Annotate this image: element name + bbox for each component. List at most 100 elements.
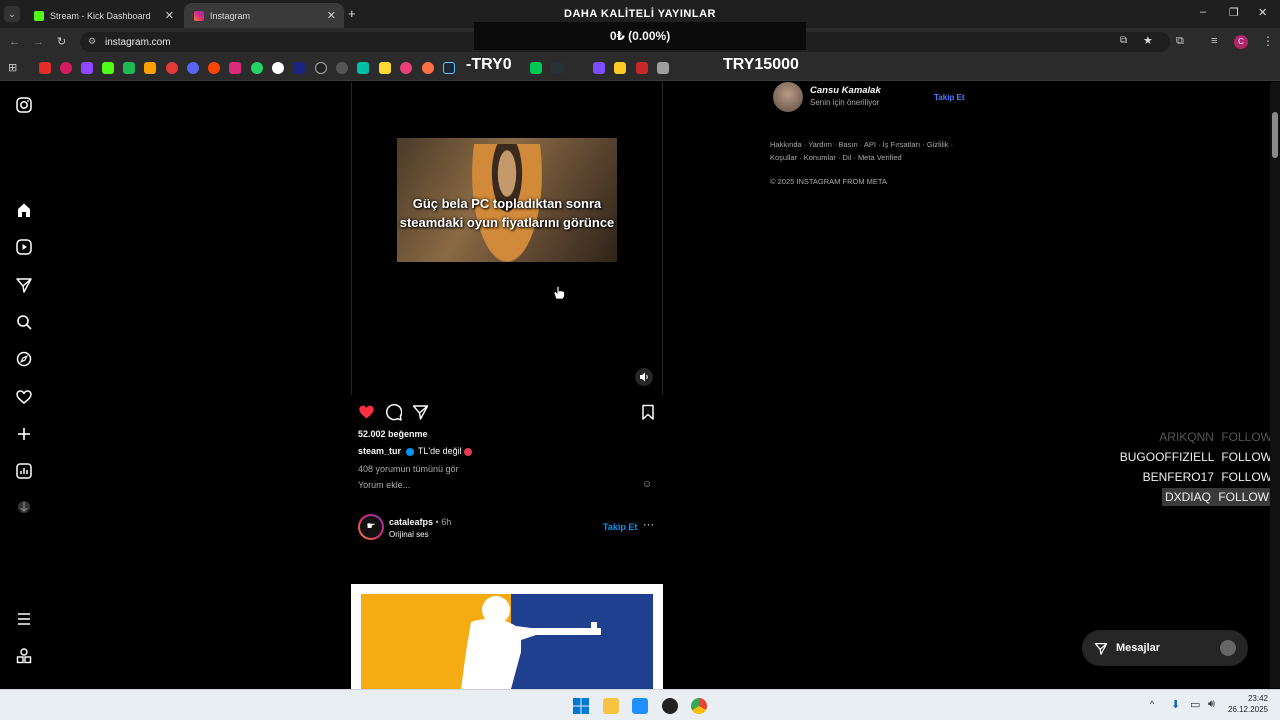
follower-name: ARIKQNN	[1159, 430, 1214, 444]
post2-media[interactable]	[351, 548, 663, 689]
kick-bookmark-icon[interactable]	[102, 62, 114, 74]
tray-app-icon[interactable]: ⬇	[1171, 698, 1180, 711]
chrome-icon[interactable]	[691, 698, 707, 714]
bookmark-icon[interactable]	[400, 62, 412, 74]
suggested-follow-button[interactable]: Takip Et	[934, 93, 965, 102]
whatsapp-bookmark-icon[interactable]	[251, 62, 263, 74]
profile-avatar-icon[interactable]	[16, 499, 32, 515]
apps-icon[interactable]: ⊞	[8, 61, 17, 74]
file-explorer-icon[interactable]	[603, 698, 619, 714]
post2-author-row: cataleafps • 6h	[389, 517, 451, 527]
youtube-bookmark-icon[interactable]	[39, 62, 51, 74]
site-info-icon[interactable]: ⚙	[88, 36, 96, 47]
reload-icon[interactable]: ↻	[57, 35, 66, 48]
extensions-icon[interactable]: ⧉	[1176, 35, 1184, 48]
like-count[interactable]: 52.002 beğenme	[358, 429, 428, 439]
bookmark-icon[interactable]	[315, 62, 327, 74]
url-text[interactable]: instagram.com	[105, 37, 171, 48]
bookmark-icon[interactable]	[293, 62, 305, 74]
post2-avatar[interactable]: ☛	[358, 514, 384, 540]
search-icon[interactable]	[16, 314, 32, 330]
copyright: © 2025 INSTAGRAM FROM META	[770, 177, 887, 186]
scrollbar-thumb[interactable]	[1272, 112, 1278, 158]
media-icon[interactable]: ≡	[1211, 35, 1217, 47]
create-plus-icon[interactable]	[16, 426, 32, 442]
bookmark-icon[interactable]	[144, 62, 156, 74]
profile-avatar[interactable]: C	[1234, 35, 1248, 49]
follower-name: DXDIAQ	[1164, 490, 1211, 504]
network-icon[interactable]: ▭	[1190, 698, 1200, 711]
bookmark-icon[interactable]	[551, 62, 563, 74]
instagram-bookmark-icon[interactable]	[229, 62, 241, 74]
bookmark-icon[interactable]	[357, 62, 369, 74]
also-from-meta-icon[interactable]	[16, 648, 32, 664]
bookmark-icon[interactable]	[123, 62, 135, 74]
messages-button[interactable]: Mesajlar	[1082, 630, 1248, 666]
post2-options-icon[interactable]: ···	[643, 519, 654, 531]
bookmark-icon[interactable]	[593, 62, 605, 74]
tab-kick-dashboard[interactable]: Stream - Kick Dashboard ✕	[24, 3, 182, 28]
forward-icon[interactable]: →	[33, 36, 44, 48]
bookmark-icon[interactable]	[422, 62, 434, 74]
bookmark-icon[interactable]	[614, 62, 626, 74]
clock-date[interactable]: 26.12.2025	[1226, 705, 1268, 714]
windows-start-icon[interactable]	[573, 698, 589, 714]
minimize-button[interactable]: –	[1200, 6, 1206, 18]
google-bookmark-icon[interactable]	[272, 62, 284, 74]
volume-icon[interactable]: 🔊︎	[1208, 698, 1215, 711]
obs-icon[interactable]	[662, 698, 678, 714]
bookmark-icon[interactable]	[657, 62, 669, 74]
save-bookmark-icon[interactable]	[640, 404, 656, 420]
clock-time[interactable]: 23:42	[1238, 694, 1268, 703]
instagram-logo-icon[interactable]	[16, 97, 32, 113]
page-scrollbar[interactable]	[1270, 82, 1280, 688]
explore-icon[interactable]	[16, 351, 32, 367]
menu-icon[interactable]: ⋮	[1262, 34, 1274, 48]
stream-overlay-title: DAHA KALİTELİ YAYINLAR	[564, 8, 716, 20]
twitch-bookmark-icon[interactable]	[81, 62, 93, 74]
install-app-icon[interactable]: ⧉	[1120, 35, 1127, 46]
maximize-button[interactable]: ❐	[1229, 6, 1239, 19]
reddit-bookmark-icon[interactable]	[208, 62, 220, 74]
bookmark-icon[interactable]	[166, 62, 178, 74]
bookmark-star-icon[interactable]: ★	[1143, 34, 1153, 47]
comment-icon[interactable]	[385, 404, 402, 421]
post2-follow-button[interactable]: Takip Et	[603, 522, 637, 532]
post-author[interactable]: steam_tur	[358, 446, 401, 456]
tray-overflow-icon[interactable]: ^	[1150, 699, 1154, 709]
close-tab-icon[interactable]: ✕	[327, 9, 336, 22]
bookmark-icon[interactable]	[379, 62, 391, 74]
suggested-user-avatar[interactable]	[773, 82, 803, 112]
back-icon[interactable]: ←	[9, 36, 20, 48]
audio-icon[interactable]	[635, 368, 653, 386]
reels-icon[interactable]	[16, 239, 32, 255]
home-icon[interactable]	[16, 202, 32, 218]
emoji-picker-icon[interactable]: ☺	[642, 479, 652, 490]
post-caption-row: steam_tur TL'de değil	[358, 446, 473, 456]
more-menu-icon[interactable]	[16, 611, 32, 627]
bookmark-icon[interactable]	[530, 62, 542, 74]
notifications-heart-icon[interactable]	[16, 389, 32, 405]
bookmark-icon[interactable]	[60, 62, 72, 74]
bookmark-icon[interactable]	[336, 62, 348, 74]
post2-author[interactable]: cataleafps	[389, 517, 433, 527]
comment-input[interactable]: Yorum ekle...	[358, 480, 410, 490]
messages-icon[interactable]	[16, 277, 32, 293]
tab-search-button[interactable]: ⌄	[4, 6, 20, 22]
bookmarks-bar: ⊞	[0, 56, 1280, 81]
dashboard-icon[interactable]	[16, 463, 32, 479]
new-tab-button[interactable]: +	[348, 6, 356, 21]
app-icon[interactable]	[632, 698, 648, 714]
close-tab-icon[interactable]: ✕	[165, 9, 174, 22]
share-icon[interactable]	[412, 404, 429, 420]
close-window-button[interactable]: ✕	[1258, 6, 1267, 19]
like-heart-icon[interactable]	[358, 404, 375, 420]
tab-instagram[interactable]: Instagram ✕	[184, 3, 344, 28]
steam-bookmark-icon[interactable]	[443, 62, 455, 74]
discord-bookmark-icon[interactable]	[187, 62, 199, 74]
footer-links[interactable]: Hakkında · Yardım · Basın · API · İş Fır…	[770, 138, 970, 164]
post2-audio[interactable]: Orijinal ses	[389, 530, 429, 539]
suggested-username[interactable]: Cansu Kamalak	[810, 85, 881, 96]
bookmark-icon[interactable]	[636, 62, 648, 74]
view-comments-link[interactable]: 408 yorumun tümünü gör	[358, 464, 459, 474]
